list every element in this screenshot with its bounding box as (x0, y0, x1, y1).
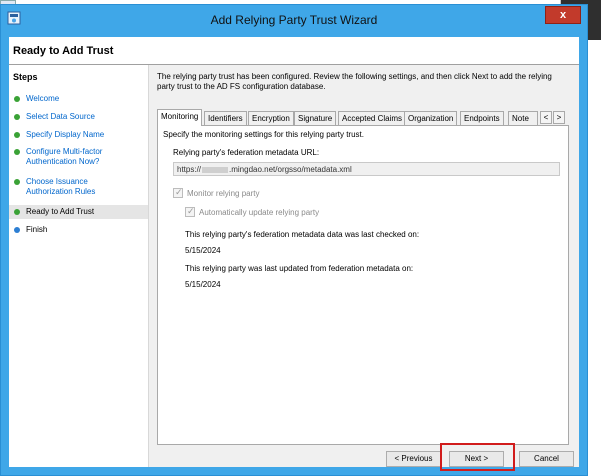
tab-monitoring[interactable]: Monitoring (157, 109, 203, 126)
step-complete-icon (14, 114, 20, 120)
step-complete-icon (14, 209, 20, 215)
page-title: Ready to Add Trust (13, 45, 114, 57)
steps-sidebar: Steps Welcome Select Data Source Specify… (9, 65, 148, 467)
step-welcome[interactable]: Welcome (9, 94, 148, 104)
monitor-relying-party-checkbox[interactable] (173, 187, 183, 198)
steps-heading: Steps (13, 72, 38, 82)
tab-organization[interactable]: Organization (404, 111, 458, 126)
monitoring-panel: Specify the monitoring settings for this… (157, 125, 569, 445)
auto-update-label: Automatically update relying party (199, 208, 320, 217)
last-checked-value: 5/15/2024 (185, 246, 221, 255)
metadata-url-field[interactable]: https:// .mingdao.net/orgsso/metadata.xml (173, 162, 560, 176)
last-updated-label: This relying party was last updated from… (185, 264, 414, 273)
wizard-content: The relying party trust has been configu… (148, 65, 579, 471)
previous-button[interactable]: < Previous (386, 451, 441, 467)
monitoring-description: Specify the monitoring settings for this… (163, 130, 364, 139)
next-button[interactable]: Next > (449, 451, 504, 467)
tab-endpoints[interactable]: Endpoints (460, 111, 504, 126)
monitor-relying-party-label: Monitor relying party (187, 189, 260, 198)
step-label: Specify Display Name (26, 130, 105, 139)
step-label: Ready to Add Trust (26, 207, 95, 216)
step-finish: Finish (9, 225, 148, 235)
close-button[interactable]: x (545, 6, 581, 24)
step-complete-icon (14, 149, 20, 155)
tab-scroll-right-button[interactable]: > (553, 111, 565, 124)
step-label: Choose Issuance Authorization Rules (26, 177, 96, 196)
step-label: Select Data Source (26, 112, 95, 121)
tab-identifiers[interactable]: Identifiers (204, 111, 247, 126)
step-complete-icon (14, 132, 20, 138)
settings-tabs: Monitoring Identifiers Encryption Signat… (157, 109, 569, 126)
wizard-window: Add Relying Party Trust Wizard x Ready t… (0, 4, 588, 476)
cancel-button[interactable]: Cancel (519, 451, 574, 467)
tab-encryption[interactable]: Encryption (248, 111, 294, 126)
step-pending-icon (14, 227, 20, 233)
url-prefix: https:// (177, 165, 202, 174)
step-specify-display-name[interactable]: Specify Display Name (9, 130, 148, 140)
step-label: Configure Multi-factor Authentication No… (26, 147, 103, 166)
tab-notes[interactable]: Note (508, 111, 538, 126)
step-label: Welcome (26, 94, 60, 103)
title-bar[interactable]: Add Relying Party Trust Wizard x (1, 5, 587, 35)
step-choose-issuance-rules[interactable]: Choose Issuance Authorization Rules (9, 177, 119, 197)
redacted-block (202, 166, 229, 173)
step-complete-icon (14, 96, 20, 102)
wizard-header: Ready to Add Trust (9, 37, 579, 65)
tab-scroll-left-button[interactable]: < (540, 111, 552, 124)
step-label: Finish (26, 225, 48, 234)
step-complete-icon (14, 179, 20, 185)
tab-signature[interactable]: Signature (294, 111, 337, 126)
step-select-data-source[interactable]: Select Data Source (9, 112, 148, 122)
step-ready-to-add-trust[interactable]: Ready to Add Trust (9, 205, 148, 219)
tab-accepted-claims[interactable]: Accepted Claims (338, 111, 407, 126)
metadata-url-label: Relying party's federation metadata URL: (173, 148, 320, 157)
window-title: Add Relying Party Trust Wizard (210, 13, 378, 27)
last-checked-label: This relying party's federation metadata… (185, 230, 420, 239)
url-suffix: .mingdao.net/orgsso/metadata.xml (229, 165, 352, 174)
intro-text: The relying party trust has been configu… (157, 72, 552, 91)
wizard-client-area: Ready to Add Trust Steps Welcome Select … (9, 37, 579, 471)
step-configure-mfa[interactable]: Configure Multi-factor Authentication No… (9, 147, 119, 167)
auto-update-checkbox[interactable] (185, 206, 195, 217)
last-updated-value: 5/15/2024 (185, 280, 221, 289)
